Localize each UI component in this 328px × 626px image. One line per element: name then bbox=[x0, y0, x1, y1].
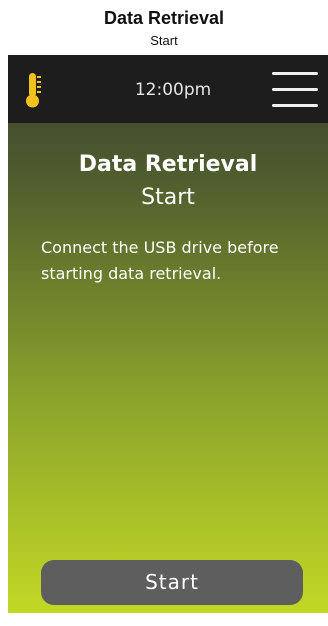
menu-bar-top bbox=[272, 72, 318, 75]
menu-bar-middle bbox=[272, 88, 318, 91]
screen-subtitle: Start bbox=[141, 185, 195, 210]
page-caption-title: Data Retrieval bbox=[103, 8, 225, 28]
page-caption-subtitle: Start bbox=[150, 33, 178, 48]
hamburger-menu-icon[interactable] bbox=[272, 71, 318, 109]
menu-bar-bottom bbox=[272, 104, 318, 107]
clock-time: 12:00pm bbox=[134, 80, 212, 100]
thermometer-icon bbox=[26, 73, 41, 108]
start-button[interactable]: Start bbox=[41, 560, 303, 605]
status-bar: 12:00pm bbox=[8, 55, 328, 123]
screen-title: Data Retrieval bbox=[78, 152, 258, 177]
instruction-message: Connect the USB drive before starting da… bbox=[41, 238, 279, 283]
device-screen: 12:00pm Data Retrieval Start Connect the… bbox=[8, 55, 328, 613]
